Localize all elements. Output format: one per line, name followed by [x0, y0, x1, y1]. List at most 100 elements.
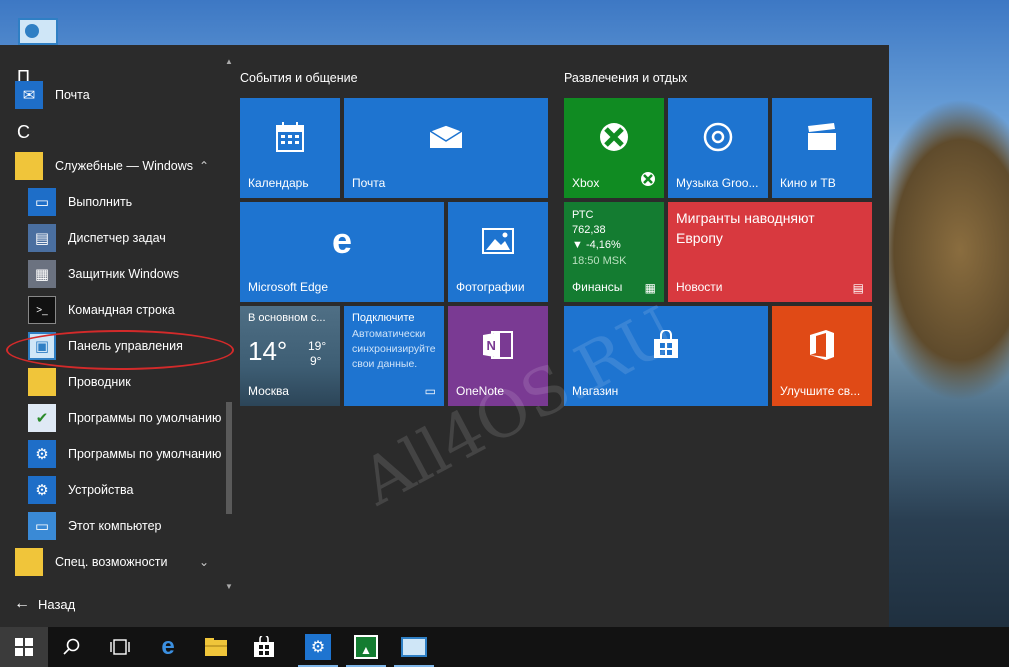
weather-temperature: 14°	[248, 336, 288, 366]
desktop-control-panel-icon[interactable]	[18, 18, 58, 45]
store-icon	[254, 636, 274, 657]
taskbar-finance[interactable]: ▲	[342, 627, 390, 667]
finance-change: ▼ -4,16%	[572, 239, 621, 251]
default-programs-icon: ✔	[28, 404, 56, 432]
taskbar-store[interactable]	[240, 627, 288, 667]
connect-title: Подключите	[352, 312, 415, 324]
finance-chart-icon: ▲	[354, 635, 378, 659]
clapperboard-icon	[772, 98, 872, 176]
explorer-icon	[28, 368, 56, 396]
tile-edge[interactable]: e Microsoft Edge	[240, 202, 444, 302]
cmd-icon: >_	[28, 296, 56, 324]
app-this-pc[interactable]: ▭ Этот компьютер	[0, 508, 225, 544]
taskbar-settings[interactable]: ⚙	[294, 627, 342, 667]
scroll-up-icon[interactable]: ▲	[224, 57, 234, 67]
app-label: Почта	[55, 88, 90, 102]
chevron-up-icon: ⌃	[198, 159, 209, 173]
app-label: Служебные — Windows	[55, 159, 194, 173]
chevron-down-icon: ⌄	[198, 555, 209, 569]
weather-low: 9°	[310, 354, 322, 368]
svg-text:N: N	[487, 338, 496, 353]
tile-label: Новости	[676, 280, 723, 294]
connect-text-line2: синхронизируйте	[352, 343, 436, 355]
tile-groove-music[interactable]: Музыка Groo...	[668, 98, 768, 198]
app-label: Проводник	[68, 375, 131, 389]
group-title-entertainment[interactable]: Развлечения и отдых	[564, 71, 687, 85]
app-label: Этот компьютер	[68, 519, 162, 533]
app-label: Защитник Windows	[68, 267, 180, 281]
start-button[interactable]	[0, 627, 48, 667]
taskbar-task-view-button[interactable]	[96, 627, 144, 667]
tile-office[interactable]: Улучшите св...	[772, 306, 872, 406]
tile-label: Фотографии	[456, 280, 525, 294]
xbox-icon	[564, 98, 664, 176]
back-button[interactable]: ← Назад	[14, 595, 75, 613]
app-windows-defender[interactable]: ▦ Защитник Windows	[0, 256, 225, 292]
app-default-programs-2[interactable]: ⚙ Программы по умолчанию	[0, 436, 225, 472]
tile-calendar[interactable]: Календарь	[240, 98, 340, 198]
app-list: П ✉ Почта С Служебные — Windows ⌃ ▭ Выпо…	[0, 45, 234, 627]
tile-mail[interactable]: Почта	[344, 98, 548, 198]
start-menu: П ✉ Почта С Служебные — Windows ⌃ ▭ Выпо…	[0, 45, 889, 627]
tile-news[interactable]: Мигранты наводняют Европу Новости ▤	[668, 202, 872, 302]
tile-finance[interactable]: РТС 762,38 ▼ -4,16% 18:50 MSK Финансы ▦	[564, 202, 664, 302]
calendar-icon	[240, 98, 340, 176]
annotation-ellipse	[6, 330, 234, 370]
tile-label: Улучшите св...	[780, 384, 861, 398]
tile-label: Москва	[248, 384, 289, 398]
back-label: Назад	[38, 596, 76, 612]
finance-time: 18:50 MSK	[572, 255, 627, 267]
windows-logo-icon	[15, 638, 33, 656]
computer-icon: ▭	[28, 512, 56, 540]
run-icon: ▭	[28, 188, 56, 216]
weather-high: 19°	[308, 339, 327, 353]
folder-windows-accessories[interactable]: Служебные — Windows ⌃	[0, 148, 225, 184]
tile-xbox[interactable]: Xbox	[564, 98, 664, 198]
tile-photos[interactable]: Фотографии	[448, 202, 548, 302]
music-icon	[668, 98, 768, 176]
mail-icon: ✉	[15, 81, 43, 109]
app-label: Устройства	[68, 483, 134, 497]
mail-icon	[344, 98, 548, 176]
tile-label: Почта	[352, 176, 386, 190]
tile-movies-tv[interactable]: Кино и ТВ	[772, 98, 872, 198]
task-view-icon	[110, 639, 130, 655]
folder-icon	[205, 638, 227, 656]
taskbar-control-panel[interactable]	[390, 627, 438, 667]
edge-icon: e	[331, 220, 353, 261]
connect-text-line1: Автоматически	[352, 328, 426, 340]
group-title-communication[interactable]: События и общение	[240, 71, 358, 85]
letter-header-s[interactable]: С	[17, 122, 30, 143]
weather-condition: В основном с...	[248, 312, 326, 324]
edge-icon: e	[161, 633, 175, 660]
app-default-programs-1[interactable]: ✔ Программы по умолчанию	[0, 400, 225, 436]
app-run[interactable]: ▭ Выполнить	[0, 184, 225, 220]
taskbar-file-explorer[interactable]	[192, 627, 240, 667]
folder-accessibility[interactable]: Спец. возможности ⌄	[0, 544, 225, 580]
taskbar-search-button[interactable]	[48, 627, 96, 667]
taskbar-edge[interactable]: e	[144, 627, 192, 667]
tile-label: Xbox	[572, 176, 600, 190]
app-command-prompt[interactable]: >_ Командная строка	[0, 292, 225, 328]
tile-connect[interactable]: Подключите Автоматически синхронизируйте…	[344, 306, 444, 406]
app-devices[interactable]: ⚙ Устройства	[0, 472, 225, 508]
control-panel-icon	[401, 637, 427, 657]
scroll-thumb[interactable]	[226, 402, 232, 514]
gear-icon: ⚙	[305, 634, 331, 660]
gear-icon: ⚙	[28, 440, 56, 468]
devices-icon: ▭	[424, 384, 436, 398]
defender-icon: ▦	[28, 260, 56, 288]
app-label: Программы по умолчанию	[68, 447, 222, 461]
news-headline: Мигранты наводняют Европу	[676, 210, 815, 246]
tile-weather[interactable]: В основном с... 14° 19° 9° Москва	[240, 306, 340, 406]
app-mail[interactable]: ✉ Почта	[0, 77, 225, 113]
app-label: Спец. возможности	[55, 555, 168, 569]
xbox-badge-icon	[640, 171, 656, 192]
scroll-down-icon[interactable]: ▼	[224, 582, 234, 592]
app-label: Диспетчер задач	[68, 231, 166, 245]
newspaper-icon: ▤	[852, 281, 864, 295]
app-label: Выполнить	[68, 195, 133, 209]
app-task-manager[interactable]: ▤ Диспетчер задач	[0, 220, 225, 256]
tile-label: Музыка Groo...	[676, 176, 759, 190]
app-list-scrollbar[interactable]: ▲ ▼	[224, 57, 234, 592]
